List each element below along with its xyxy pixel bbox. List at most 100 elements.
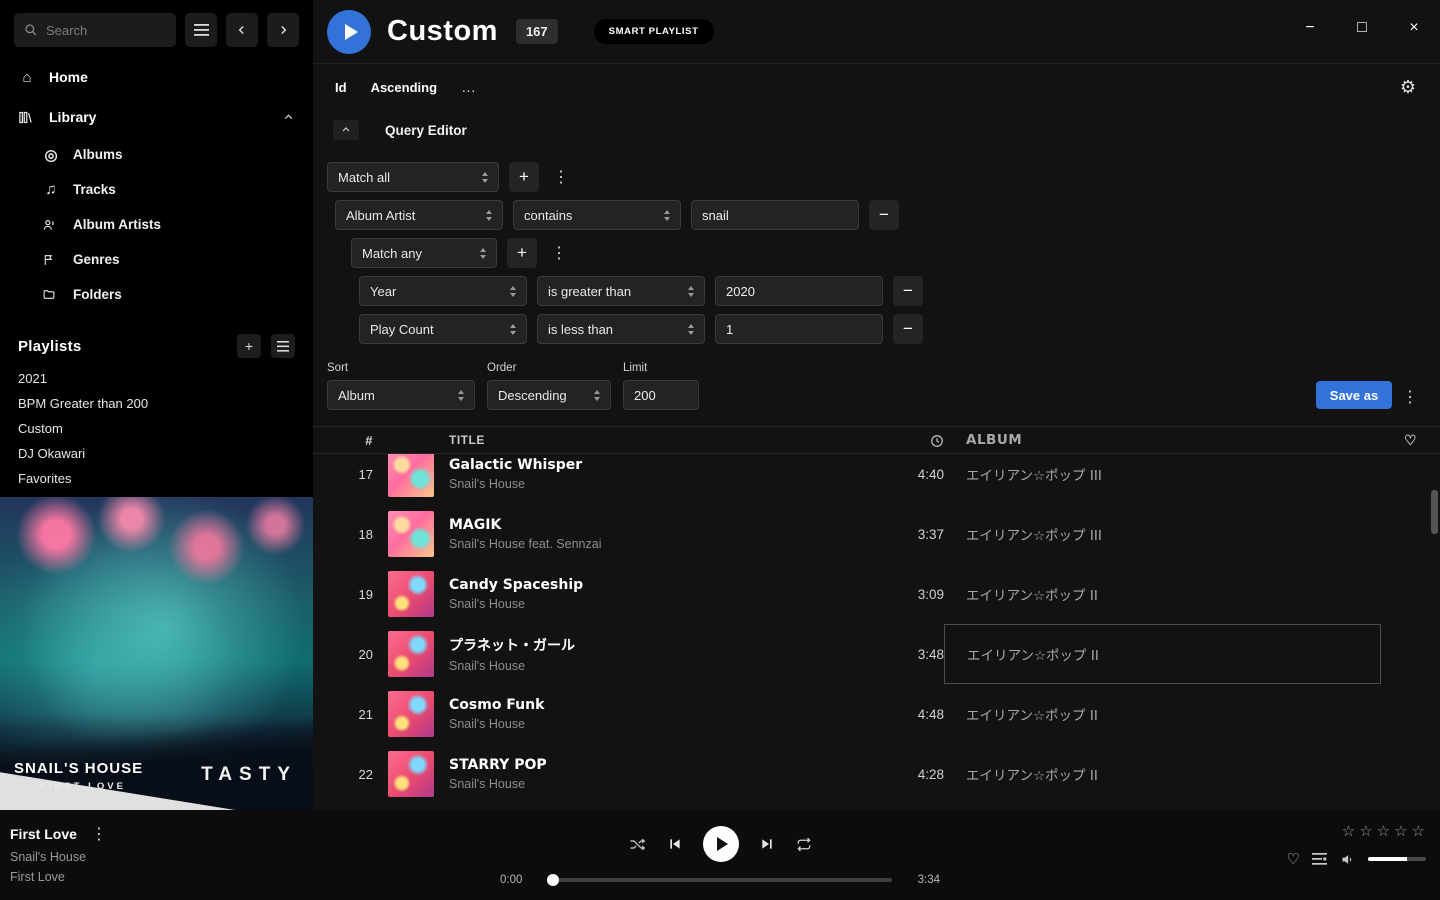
- rule-operator-select[interactable]: contains: [513, 200, 681, 230]
- column-duration[interactable]: [849, 432, 944, 447]
- remove-rule-button[interactable]: −: [893, 276, 923, 306]
- playlist-item[interactable]: BPM Greater than 200: [0, 391, 313, 416]
- sidebar-item-album-artists[interactable]: Album Artists: [0, 207, 313, 242]
- add-group-rule-button[interactable]: +: [507, 238, 537, 268]
- track-album-focused-cell[interactable]: エイリアン☆ポップ II: [944, 624, 1381, 684]
- table-row[interactable]: 20 プラネット・ガール Snail's House 3:48 エイリアン☆ポッ…: [313, 624, 1440, 684]
- rule-menu-kebab-icon[interactable]: ⋮: [549, 167, 573, 187]
- sidebar-item-genres[interactable]: Genres: [0, 242, 313, 277]
- sidebar-item-folders[interactable]: Folders: [0, 277, 313, 312]
- rule-operator-select[interactable]: is greater than: [537, 276, 705, 306]
- order-select[interactable]: Descending: [487, 380, 611, 410]
- queue-icon[interactable]: [1312, 853, 1327, 866]
- rule-field-select[interactable]: Play Count: [359, 314, 527, 344]
- table-row[interactable]: 19 Candy Spaceship Snail's House 3:09 エイ…: [313, 564, 1440, 624]
- group-menu-kebab-icon[interactable]: ⋮: [547, 243, 571, 263]
- track-title: プラネット・ガール: [449, 635, 849, 655]
- order-field: Order Descending: [487, 362, 611, 410]
- now-playing-info: First Love ⋮ Snail's House First Love: [10, 824, 111, 884]
- search-box[interactable]: [14, 13, 176, 47]
- limit-input[interactable]: [623, 380, 699, 410]
- rule-value-input[interactable]: [715, 314, 883, 344]
- table-row[interactable]: 21 Cosmo Funk Snail's House 4:48 エイリアン☆ポ…: [313, 684, 1440, 744]
- rule-value-input[interactable]: [691, 200, 859, 230]
- search-input[interactable]: [46, 23, 156, 38]
- shuffle-button[interactable]: [628, 836, 647, 853]
- match-type-select[interactable]: Match all: [327, 162, 499, 192]
- sort-field-button[interactable]: Id: [335, 80, 347, 95]
- now-playing-kebab-icon[interactable]: ⋮: [87, 824, 111, 844]
- collapse-chevron-up-icon[interactable]: [282, 111, 295, 124]
- playlist-item[interactable]: Custom: [0, 416, 313, 441]
- save-as-button[interactable]: Save as: [1316, 381, 1392, 409]
- close-button[interactable]: ×: [1400, 14, 1428, 42]
- column-title[interactable]: TITLE: [449, 433, 849, 447]
- table-row[interactable]: 22 STARRY POP Snail's House 4:28 エイリアン☆ポ…: [313, 744, 1440, 804]
- table-row[interactable]: 17 Galactic Whisper Snail's House 4:40 エ…: [313, 454, 1440, 504]
- seek-handle[interactable]: [547, 874, 559, 886]
- column-favorite[interactable]: ♡: [1381, 432, 1440, 449]
- playlist-list-button[interactable]: [271, 334, 295, 358]
- volume-icon[interactable]: [1339, 852, 1356, 867]
- now-playing-album-art[interactable]: SNAIL'S HOUSE FIRST LOVE TASTY: [0, 497, 313, 810]
- nav-forward-button[interactable]: [267, 13, 299, 47]
- seek-slider[interactable]: [548, 878, 892, 882]
- playlist-item[interactable]: 2021: [0, 366, 313, 391]
- sort-menu-kebab-icon[interactable]: ⋮: [1398, 387, 1422, 407]
- remove-rule-button[interactable]: −: [893, 314, 923, 344]
- track-album[interactable]: エイリアン☆ポップ III: [944, 464, 1381, 484]
- now-playing-title[interactable]: First Love: [10, 826, 77, 842]
- favorite-heart-icon[interactable]: ♡: [1287, 850, 1300, 868]
- playlist-item[interactable]: DJ Okawari: [0, 441, 313, 466]
- scrollbar-thumb[interactable]: [1431, 490, 1438, 534]
- star-icon[interactable]: ☆: [1377, 822, 1391, 840]
- track-title: Cosmo Funk: [449, 697, 849, 713]
- rule-operator-select[interactable]: is less than: [537, 314, 705, 344]
- settings-gear-icon[interactable]: ⚙: [1400, 77, 1416, 98]
- track-album[interactable]: エイリアン☆ポップ II: [944, 584, 1381, 604]
- star-icon[interactable]: ☆: [1342, 822, 1356, 840]
- sort-select[interactable]: Album: [327, 380, 475, 410]
- minimize-button[interactable]: −: [1296, 14, 1324, 42]
- sidebar-item-library[interactable]: Library: [0, 97, 313, 137]
- query-editor-collapse-button[interactable]: [333, 120, 359, 140]
- track-artist: Snail's House: [449, 659, 849, 673]
- sidebar-item-tracks[interactable]: ♫ Tracks: [0, 172, 313, 207]
- star-icon[interactable]: ☆: [1412, 822, 1426, 840]
- star-icon[interactable]: ☆: [1359, 822, 1373, 840]
- play-playlist-button[interactable]: [327, 10, 371, 54]
- column-index[interactable]: #: [313, 433, 373, 448]
- more-options-button[interactable]: …: [461, 79, 477, 96]
- table-row[interactable]: 18 MAGIK Snail's House feat. Sennzai 3:3…: [313, 504, 1440, 564]
- column-album[interactable]: ALBUM: [944, 432, 1381, 448]
- scrollbar[interactable]: [1431, 460, 1438, 806]
- menu-button[interactable]: [185, 13, 217, 47]
- sidebar-item-label: Genres: [73, 252, 120, 267]
- remove-rule-button[interactable]: −: [869, 200, 899, 230]
- rule-value-input[interactable]: [715, 276, 883, 306]
- previous-button[interactable]: [667, 836, 683, 852]
- track-album[interactable]: エイリアン☆ポップ II: [944, 704, 1381, 724]
- sidebar-item-albums[interactable]: ◎ Albums: [0, 137, 313, 172]
- track-album[interactable]: エイリアン☆ポップ III: [944, 524, 1381, 544]
- volume-slider[interactable]: [1368, 857, 1426, 861]
- sidebar-item-home[interactable]: ⌂ Home: [0, 57, 313, 97]
- playlist-item[interactable]: Favorites: [0, 466, 313, 491]
- track-album[interactable]: エイリアン☆ポップ II: [944, 764, 1381, 784]
- add-rule-button[interactable]: +: [509, 162, 539, 192]
- group-match-type-select[interactable]: Match any: [351, 238, 497, 268]
- sort-direction-button[interactable]: Ascending: [371, 80, 437, 95]
- maximize-button[interactable]: □: [1348, 14, 1376, 42]
- rule-field-select[interactable]: Year: [359, 276, 527, 306]
- next-button[interactable]: [759, 836, 775, 852]
- star-icon[interactable]: ☆: [1394, 822, 1408, 840]
- now-playing-artist[interactable]: Snail's House: [10, 850, 111, 864]
- select-arrows-icon: [594, 390, 600, 401]
- nav-back-button[interactable]: [226, 13, 258, 47]
- repeat-button[interactable]: [795, 836, 813, 853]
- music-note-icon: ♫: [42, 181, 60, 198]
- now-playing-album[interactable]: First Love: [10, 870, 111, 884]
- add-playlist-button[interactable]: +: [237, 334, 261, 358]
- play-pause-button[interactable]: [703, 826, 739, 862]
- rule-field-select[interactable]: Album Artist: [335, 200, 503, 230]
